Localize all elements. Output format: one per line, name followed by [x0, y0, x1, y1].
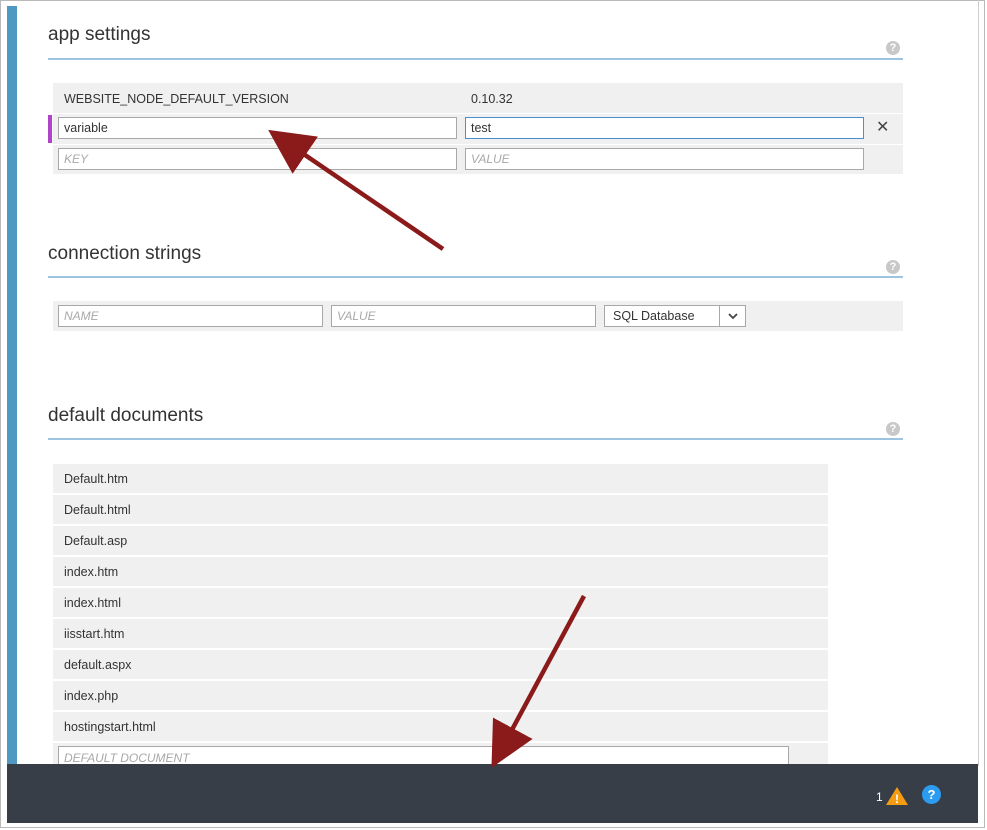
- document-name: index.php: [64, 689, 119, 703]
- discard-button[interactable]: DISCARD: [538, 0, 598, 59]
- chevron-down-icon: [728, 313, 738, 320]
- list-item[interactable]: index.htm: [53, 557, 828, 586]
- select-divider: [719, 306, 720, 326]
- connection-name-input[interactable]: NAME: [58, 305, 323, 327]
- browse-icon: [214, 11, 242, 31]
- discard-icon: [560, 12, 578, 31]
- discard-label: DISCARD: [545, 38, 591, 49]
- list-item[interactable]: Default.htm: [53, 464, 828, 493]
- list-item[interactable]: iisstart.htm: [53, 619, 828, 648]
- section-title-app-settings: app settings: [48, 24, 151, 45]
- app-setting-row-existing: WEBSITE_NODE_DEFAULT_VERSION 0.10.32: [53, 83, 903, 113]
- default-document-input[interactable]: DEFAULT DOCUMENT: [58, 746, 789, 764]
- scroll-edge: [978, 0, 979, 766]
- help-icon[interactable]: ?: [886, 260, 900, 274]
- document-name: Default.asp: [64, 534, 128, 548]
- restart-button[interactable]: RESTART: [369, 0, 429, 59]
- list-item[interactable]: Default.asp: [53, 526, 828, 555]
- remove-setting-icon[interactable]: ✕: [876, 119, 889, 137]
- save-button[interactable]: SAVE: [458, 0, 508, 59]
- list-item[interactable]: default.aspx: [53, 650, 828, 679]
- stop-button[interactable]: STOP: [287, 0, 337, 59]
- connection-type-label: SQL Database: [613, 309, 695, 323]
- document-name: hostingstart.html: [64, 720, 156, 734]
- help-icon[interactable]: ?: [922, 785, 941, 804]
- stop-icon: [304, 13, 320, 29]
- connection-value-input[interactable]: VALUE: [331, 305, 596, 327]
- list-item[interactable]: Default.html: [53, 495, 828, 524]
- section-title-default-documents: default documents: [48, 405, 204, 426]
- new-value-input[interactable]: VALUE: [465, 148, 864, 170]
- app-setting-key: WEBSITE_NODE_DEFAULT_VERSION: [64, 92, 289, 106]
- document-name: Default.htm: [64, 472, 128, 486]
- save-label: SAVE: [470, 38, 496, 49]
- browse-label: BROWSE: [206, 38, 250, 49]
- app-setting-key-input[interactable]: variable: [58, 117, 457, 139]
- document-name: iisstart.htm: [64, 627, 125, 641]
- accent-bar: [7, 6, 17, 766]
- browse-button[interactable]: BROWSE: [198, 0, 258, 59]
- stop-label: STOP: [298, 38, 326, 49]
- row-edit-marker: [48, 115, 52, 143]
- command-bar: [7, 764, 978, 823]
- new-key-input[interactable]: KEY: [58, 148, 457, 170]
- section-rule: [48, 276, 903, 278]
- document-name: index.html: [64, 596, 121, 610]
- list-item[interactable]: hostingstart.html: [53, 712, 828, 741]
- document-name: Default.html: [64, 503, 131, 517]
- document-name: index.htm: [64, 565, 119, 579]
- section-title-connection-strings: connection strings: [48, 243, 202, 264]
- restart-icon: [391, 12, 409, 31]
- list-item[interactable]: index.php: [53, 681, 828, 710]
- warning-symbol: !: [895, 792, 899, 806]
- section-rule: [48, 438, 903, 440]
- help-icon[interactable]: ?: [886, 41, 900, 55]
- restart-label: RESTART: [376, 38, 422, 49]
- list-item[interactable]: index.html: [53, 588, 828, 617]
- help-icon[interactable]: ?: [886, 422, 900, 436]
- warning-icon[interactable]: !: [885, 786, 909, 806]
- document-name: default.aspx: [64, 658, 132, 672]
- app-setting-value-input[interactable]: test: [465, 117, 864, 139]
- notification-count[interactable]: 1: [876, 790, 883, 804]
- save-icon: [473, 11, 493, 31]
- connection-type-select[interactable]: SQL Database: [604, 305, 746, 327]
- app-setting-value: 0.10.32: [471, 92, 513, 106]
